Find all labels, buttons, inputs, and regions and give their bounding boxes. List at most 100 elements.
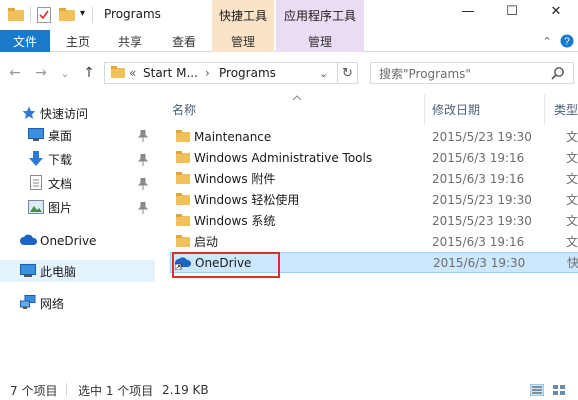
folder-app-icon — [8, 7, 24, 23]
pin-icon[interactable] — [137, 201, 149, 214]
properties-icon[interactable] — [37, 7, 51, 23]
selected-size: 2.19 KB — [162, 383, 209, 397]
nav-label: 快速访问 — [40, 106, 89, 121]
forward-button[interactable]: → — [32, 64, 50, 82]
address-row: ← → ⌄ ↑ « Start M... › Programs ⌄ ↻ 搜索"P… — [0, 56, 578, 90]
ribbon-expand-icon[interactable]: ⌃ — [538, 30, 556, 52]
file-name: Windows Administrative Tools — [194, 150, 373, 165]
file-date: 2015/6/3 19:16 — [432, 234, 525, 249]
tab-file[interactable]: 文件 — [0, 30, 50, 52]
file-row-maintenance[interactable]: Maintenance 2015/5/23 19:30 文件 — [170, 126, 578, 147]
file-type: 文件 — [566, 214, 578, 228]
breadcrumb-programs[interactable]: Programs — [219, 66, 276, 80]
close-button[interactable]: ✕ — [534, 0, 578, 22]
download-icon — [28, 151, 44, 166]
pin-icon[interactable] — [137, 177, 149, 190]
nav-item-pictures[interactable]: 图片 — [0, 196, 155, 218]
file-name: Windows 附件 — [194, 172, 276, 186]
breadcrumb-separator[interactable]: › — [205, 66, 210, 80]
folder-icon — [176, 193, 190, 205]
file-type: 文件 — [566, 193, 578, 207]
nav-item-documents[interactable]: 文档 — [0, 172, 155, 194]
address-bar[interactable]: « Start M... › Programs ⌄ ↻ — [104, 62, 358, 84]
address-dropdown-icon[interactable]: ⌄ — [319, 67, 328, 80]
desktop-icon — [28, 128, 44, 142]
new-folder-icon[interactable] — [59, 7, 75, 23]
pin-icon[interactable] — [137, 153, 149, 166]
annotation-highlight-box — [172, 252, 280, 278]
file-list: 名称 修改日期 类型 Maintenance 2015/5/23 19:30 文… — [158, 90, 578, 380]
refresh-button[interactable]: ↻ — [337, 63, 357, 83]
tab-view[interactable]: 查看 — [162, 30, 206, 52]
file-row-startup[interactable]: 启动 2015/6/3 19:16 文件 — [170, 231, 578, 252]
svg-text:?: ? — [564, 37, 570, 48]
column-header-type[interactable]: 类型 — [554, 98, 578, 120]
nav-label: 桌面 — [48, 128, 73, 143]
file-type: 文件 — [566, 172, 578, 186]
network-icon — [20, 295, 36, 309]
nav-label: 图片 — [48, 200, 73, 215]
title-divider — [92, 7, 93, 23]
search-input[interactable]: 搜索"Programs" — [370, 62, 574, 84]
search-icon[interactable] — [551, 66, 565, 80]
tab-share[interactable]: 共享 — [108, 30, 152, 52]
nav-item-desktop[interactable]: 桌面 — [0, 124, 155, 146]
file-name: Windows 轻松使用 — [194, 193, 300, 207]
file-type: 文件 — [566, 235, 578, 249]
help-icon[interactable]: ? — [558, 30, 576, 52]
customize-qat-icon[interactable]: ▾ — [80, 8, 85, 24]
tab-manage-shortcut[interactable]: 管理 — [212, 30, 274, 52]
nav-item-quick-access[interactable]: 快速访问 — [0, 102, 155, 124]
tab-manage-app[interactable]: 管理 — [276, 30, 364, 52]
address-folder-icon — [111, 65, 125, 82]
folder-icon — [176, 235, 190, 247]
up-button[interactable]: ↑ — [80, 64, 98, 82]
computer-icon — [20, 264, 36, 278]
tab-home[interactable]: 主页 — [56, 30, 100, 52]
selected-count: 选中 1 个项目 — [78, 383, 154, 398]
folder-icon — [176, 130, 190, 142]
back-button[interactable]: ← — [6, 64, 24, 82]
file-name: Windows 系统 — [194, 214, 276, 228]
column-header-name[interactable]: 名称 — [172, 98, 196, 120]
recent-locations-button[interactable]: ⌄ — [56, 64, 74, 82]
address-overflow[interactable]: « — [129, 66, 136, 80]
nav-item-downloads[interactable]: 下载 — [0, 148, 155, 170]
nav-item-this-pc[interactable]: 此电脑 — [0, 260, 155, 282]
column-header-modified[interactable]: 修改日期 — [432, 98, 480, 120]
column-divider[interactable] — [424, 94, 425, 124]
pin-icon[interactable] — [137, 129, 149, 142]
nav-item-onedrive[interactable]: OneDrive — [0, 230, 155, 252]
nav-item-network[interactable]: 网络 — [0, 292, 155, 314]
nav-label: 此电脑 — [40, 264, 77, 279]
column-divider[interactable] — [544, 94, 545, 124]
context-label-shortcut-tools: 快捷工具 — [212, 0, 274, 30]
file-date: 2015/6/3 19:16 — [432, 171, 525, 186]
context-label-app-tools: 应用程序工具 — [276, 0, 364, 30]
file-type: 文件 — [566, 151, 578, 165]
minimize-button[interactable]: — — [446, 0, 490, 22]
file-row-system[interactable]: Windows 系统 2015/5/23 19:30 文件 — [170, 210, 578, 231]
title-bar: ▾ Programs 快捷工具 应用程序工具 — ☐ ✕ — [0, 0, 578, 30]
status-bar: 7 个项目 选中 1 个项目 2.19 KB — [0, 380, 578, 400]
large-icons-view-icon[interactable] — [552, 384, 566, 399]
file-name: 启动 — [194, 235, 219, 249]
nav-label: OneDrive — [40, 234, 97, 248]
navigation-pane: 快速访问 桌面 下载 文档 图片 OneDrive 此电脑 网络 — [0, 96, 155, 374]
maximize-button[interactable]: ☐ — [490, 0, 534, 22]
file-row-accessories[interactable]: Windows 附件 2015/6/3 19:16 文件 — [170, 168, 578, 189]
file-type: 文件 — [566, 130, 578, 144]
window-title: Programs — [104, 7, 161, 21]
sort-ascending-icon — [292, 90, 302, 101]
breadcrumb-start-menu[interactable]: Start M... — [143, 66, 198, 80]
search-placeholder: 搜索"Programs" — [379, 66, 471, 81]
file-row-ease-of-access[interactable]: Windows 轻松使用 2015/5/23 19:30 文件 — [170, 189, 578, 210]
star-icon — [22, 106, 38, 120]
nav-label: 网络 — [40, 296, 65, 311]
file-date: 2015/5/23 19:30 — [432, 213, 532, 228]
file-row-admin-tools[interactable]: Windows Administrative Tools 2015/6/3 19… — [170, 147, 578, 168]
details-view-icon[interactable] — [529, 383, 545, 399]
status-divider — [66, 383, 67, 397]
file-date: 2015/6/3 19:30 — [433, 255, 526, 270]
file-date: 2015/5/23 19:30 — [432, 192, 532, 207]
